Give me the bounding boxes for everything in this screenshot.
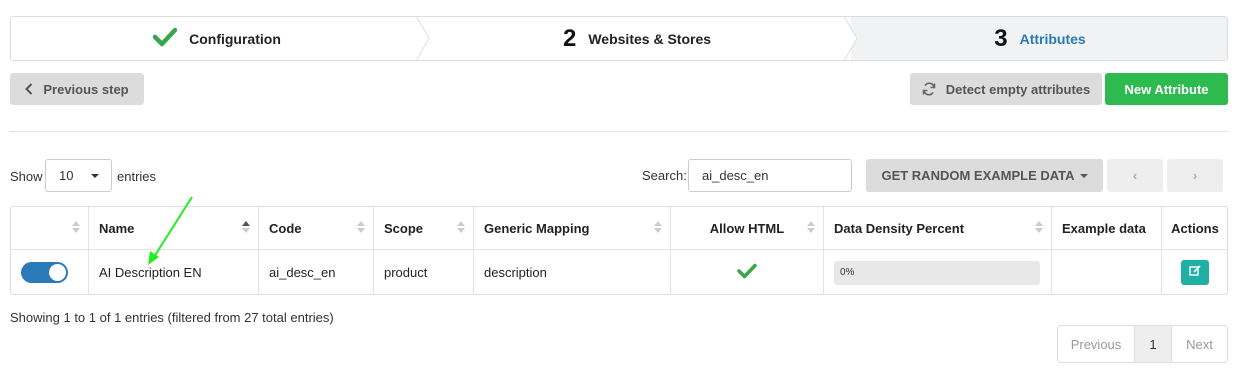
cell-actions: [1162, 250, 1228, 295]
pagination-previous[interactable]: Previous: [1058, 326, 1135, 362]
random-label: GET RANDOM EXAMPLE DATA: [881, 168, 1075, 183]
column-header-actions: Actions: [1162, 207, 1228, 249]
column-header-toggle[interactable]: [11, 207, 89, 249]
cell-scope: product: [374, 250, 474, 295]
header-label: Example data: [1062, 220, 1146, 236]
cell-generic-mapping: description: [474, 250, 671, 295]
step-label: Websites & Stores: [588, 30, 712, 47]
sort-icon: [72, 221, 80, 233]
step-label: Configuration: [189, 30, 281, 47]
step-attributes[interactable]: 3 Attributes: [851, 17, 1227, 60]
search-label: Search:: [642, 168, 687, 183]
cell-example-data: [1052, 250, 1162, 295]
column-header-data-density[interactable]: Data Density Percent: [824, 207, 1052, 249]
step-configuration[interactable]: Configuration: [11, 17, 430, 60]
header-label: Scope: [384, 220, 424, 236]
example-prev-button[interactable]: ‹: [1107, 159, 1163, 192]
table-info: Showing 1 to 1 of 1 entries (filtered fr…: [10, 310, 334, 325]
cell-code: ai_desc_en: [259, 250, 374, 295]
table-row-toggle-cell: [11, 250, 89, 295]
column-header-scope[interactable]: Scope: [374, 207, 474, 249]
sort-icon: [654, 221, 662, 233]
header-label: Allow HTML: [709, 220, 785, 236]
column-header-generic-mapping[interactable]: Generic Mapping: [474, 207, 671, 249]
pagination-page-1[interactable]: 1: [1135, 326, 1172, 362]
sort-icon: [1035, 221, 1043, 233]
edit-button[interactable]: [1181, 260, 1209, 285]
sort-icon: [357, 221, 365, 233]
step-websites-stores[interactable]: 2 Websites & Stores: [423, 17, 858, 60]
chevron-right-icon: ›: [1192, 168, 1198, 183]
cell-data-density: 0%: [824, 250, 1052, 295]
entries-label: entries: [117, 169, 157, 184]
new-attribute-button[interactable]: New Attribute: [1105, 73, 1228, 105]
column-header-allow-html[interactable]: Allow HTML: [671, 207, 824, 249]
density-progress-bar: 0%: [834, 260, 1040, 285]
check-icon: [152, 27, 178, 50]
sort-icon: [457, 221, 465, 233]
step-number: 3: [994, 24, 1008, 52]
step-label: Attributes: [1019, 30, 1086, 47]
annotation-arrow-icon: [148, 196, 193, 265]
chevron-separator-icon: [844, 17, 858, 60]
divider: [10, 131, 1228, 132]
pagination-next[interactable]: Next: [1172, 326, 1227, 362]
header-label: Name: [99, 220, 135, 236]
entries-per-page-value: 10: [59, 168, 74, 183]
entries-per-page-select[interactable]: 10: [45, 159, 112, 192]
new-attribute-label: New Attribute: [1124, 81, 1209, 97]
detect-label: Detect empty attributes: [945, 81, 1091, 97]
previous-step-label: Previous step: [43, 81, 129, 97]
detect-empty-attributes-button[interactable]: Detect empty attributes: [910, 73, 1102, 105]
chevron-separator-icon: [416, 17, 430, 60]
header-label: Data Density Percent: [834, 220, 965, 236]
header-label: Code: [269, 220, 302, 236]
show-label: Show: [10, 169, 43, 184]
column-header-example-data: Example data: [1052, 207, 1162, 249]
previous-step-button[interactable]: Previous step: [10, 73, 144, 105]
density-progress-label: 0%: [840, 267, 855, 278]
example-next-button[interactable]: ›: [1167, 159, 1223, 192]
sort-icon: [807, 221, 815, 233]
chevron-left-icon: ‹: [1132, 168, 1138, 183]
cell-allow-html: [671, 250, 824, 295]
chevron-left-icon: [25, 83, 33, 95]
check-icon: [737, 263, 757, 282]
wizard-steps: Configuration 2 Websites & Stores 3 Attr…: [10, 16, 1228, 61]
edit-icon: [1189, 265, 1201, 280]
enable-toggle[interactable]: [21, 262, 68, 283]
search-input[interactable]: [688, 159, 852, 192]
caret-down-icon: [91, 174, 99, 178]
refresh-icon: [922, 82, 936, 96]
step-number: 2: [562, 24, 577, 52]
sort-asc-icon: [242, 221, 250, 233]
header-label: Generic Mapping: [484, 220, 590, 236]
pagination: Previous 1 Next: [1057, 325, 1228, 363]
get-random-example-data-button[interactable]: GET RANDOM EXAMPLE DATA: [866, 159, 1103, 192]
caret-down-icon: [1079, 173, 1088, 178]
column-header-code[interactable]: Code: [259, 207, 374, 249]
page-title-clipped: [10, 0, 160, 3]
header-label: Actions: [1171, 220, 1219, 236]
